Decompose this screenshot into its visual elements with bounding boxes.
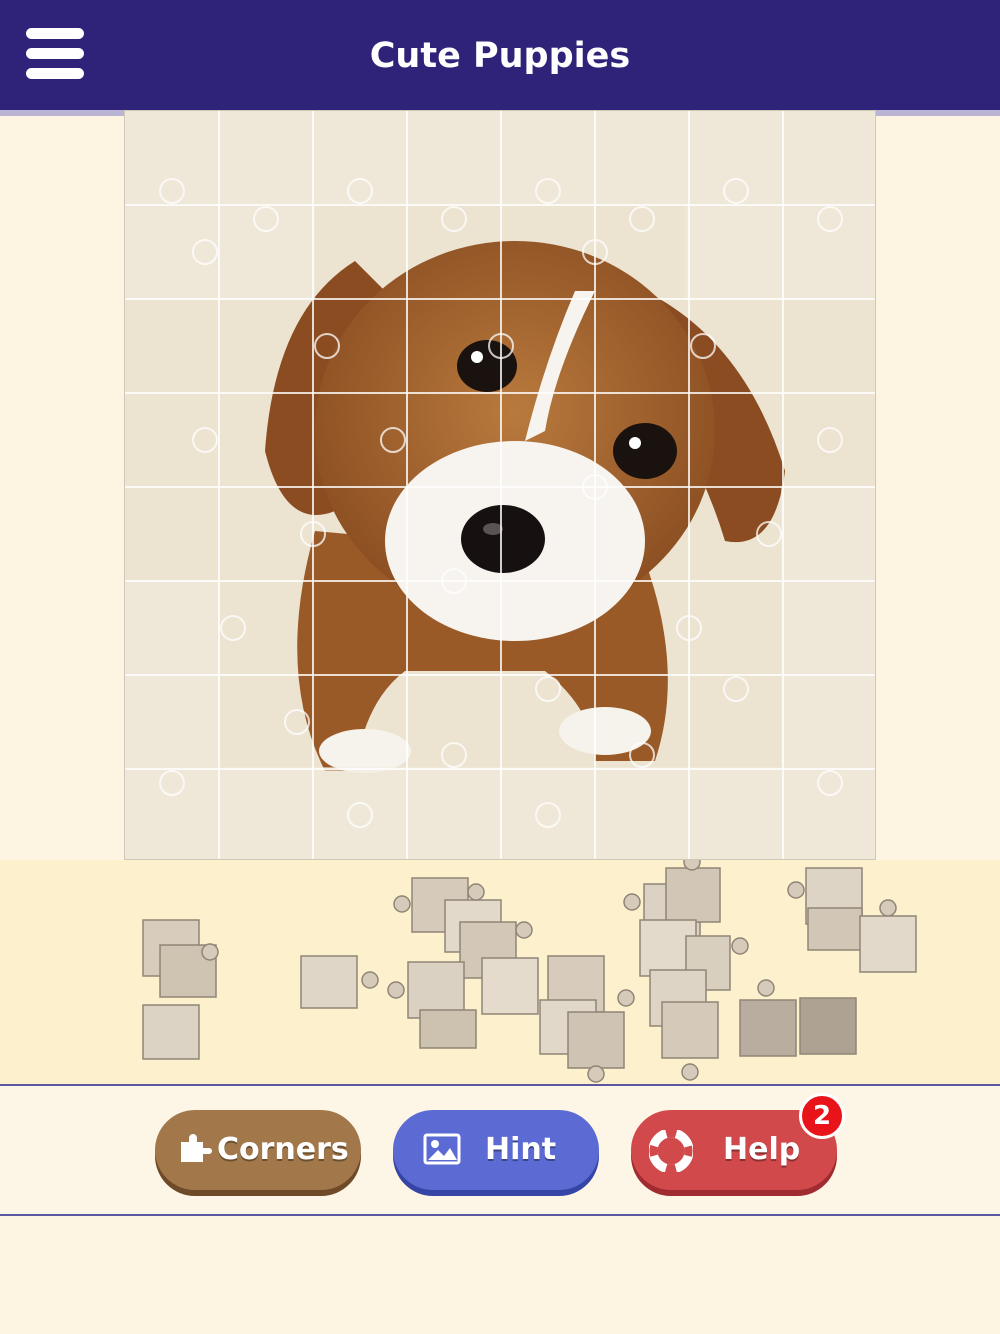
piece-tray[interactable] [0,860,1000,1086]
loose-piece [807,907,863,951]
loose-piece [661,1001,719,1059]
loose-piece [799,997,857,1055]
loose-piece [739,999,797,1057]
image-icon [423,1133,461,1165]
hint-button[interactable]: Hint [393,1110,599,1190]
hint-label: Hint [485,1132,557,1167]
footer-area [0,1216,1000,1334]
puzzle-piece-icon [181,1134,212,1162]
loose-piece [419,1009,477,1049]
loose-piece [481,957,539,1015]
loose-piece [567,1011,625,1069]
loose-piece [142,1004,200,1060]
top-bar: Cute Puppies [0,0,1000,110]
puzzle-board-canvas [125,111,875,859]
action-bar: Corners Hint Help [0,1086,1000,1216]
help-count-badge: 2 [799,1093,845,1139]
puzzle-board[interactable] [124,110,876,860]
loose-pieces [142,860,917,1083]
puzzle-title: Cute Puppies [369,36,631,76]
corners-label: Corners [217,1132,349,1167]
hamburger-menu-icon[interactable] [26,28,84,80]
loose-piece [300,955,358,1009]
corners-button[interactable]: Corners [155,1110,361,1190]
loose-piece [665,867,721,923]
help-label: Help [723,1132,801,1167]
lifebuoy-icon [649,1130,693,1172]
loose-piece [859,915,917,973]
